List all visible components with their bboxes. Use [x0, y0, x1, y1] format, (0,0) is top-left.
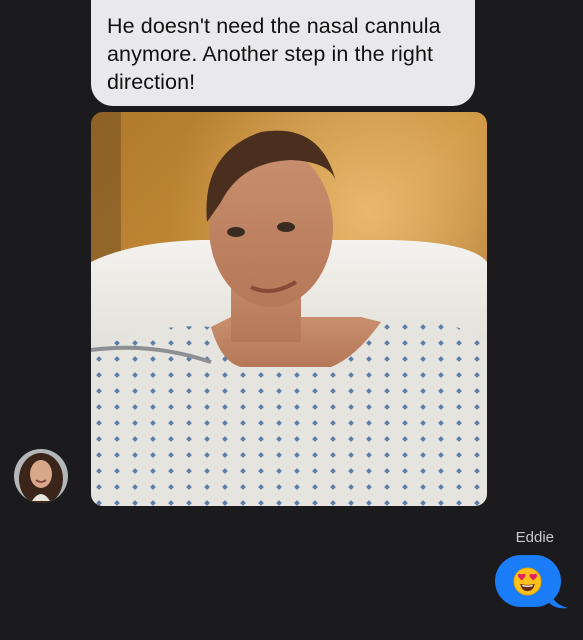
hospital-photo-image — [91, 112, 487, 506]
outgoing-sender-name: Eddie — [515, 529, 554, 546]
incoming-message-text: He doesn't need the nasal cannula anymor… — [107, 14, 441, 94]
avatar-image — [14, 449, 68, 503]
bubble-tail-icon — [548, 588, 568, 609]
incoming-message-bubble[interactable]: He doesn't need the nasal cannula anymor… — [91, 0, 475, 106]
heart-eyes-emoji-icon — [513, 567, 542, 596]
message-thread: He doesn't need the nasal cannula anymor… — [0, 0, 583, 640]
sender-avatar[interactable] — [14, 449, 68, 503]
incoming-photo-attachment[interactable] — [91, 112, 487, 506]
